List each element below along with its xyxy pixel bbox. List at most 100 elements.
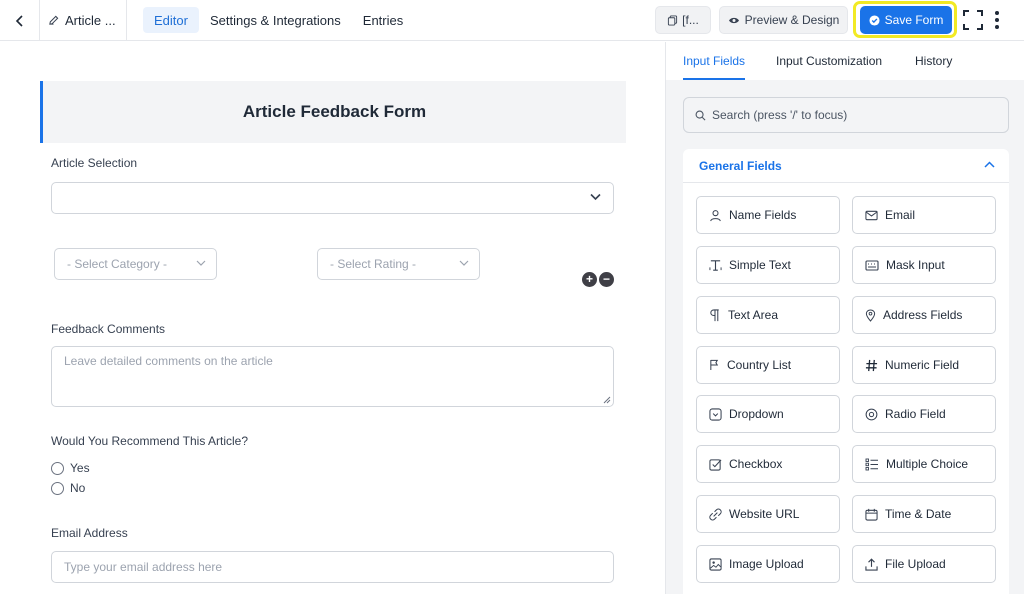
- dropdown-icon: [709, 407, 722, 421]
- email-placeholder: Type your email address here: [64, 560, 223, 574]
- keyboard-icon: [865, 259, 879, 271]
- field-button-country-list[interactable]: Country List: [696, 346, 840, 384]
- back-button[interactable]: [0, 0, 40, 41]
- article-selection-label: Article Selection: [51, 156, 138, 170]
- text-cursor-icon: [709, 259, 722, 271]
- field-button-image-upload[interactable]: Image Upload: [696, 545, 840, 583]
- chevron-down-icon: [196, 260, 206, 266]
- envelope-icon: [865, 210, 878, 220]
- tab-input-customization[interactable]: Input Customization: [776, 42, 882, 80]
- shortcode-label: [f...: [682, 13, 699, 27]
- field-button-label: Text Area: [728, 308, 779, 322]
- field-button-label: Image Upload: [729, 557, 804, 571]
- form-title-editable[interactable]: Article ...: [40, 0, 127, 41]
- more-dot-icon: [995, 18, 999, 22]
- map-pin-icon: [865, 308, 876, 322]
- field-button-label: Address Fields: [883, 308, 963, 322]
- field-button-time-date[interactable]: Time & Date: [852, 495, 996, 533]
- field-button-label: Mask Input: [886, 258, 945, 272]
- remove-column-icon[interactable]: −: [599, 272, 614, 287]
- field-search-input[interactable]: Search (press '/' to focus): [683, 97, 1009, 133]
- field-button-checkbox[interactable]: Checkbox: [696, 445, 840, 483]
- flag-icon: [710, 359, 719, 371]
- form-title-header[interactable]: Article Feedback Form: [40, 81, 626, 143]
- field-button-simple-text[interactable]: Simple Text: [696, 246, 840, 284]
- field-button-label: Radio Field: [885, 407, 946, 421]
- copy-icon: [668, 14, 678, 26]
- hash-icon: [865, 359, 878, 371]
- add-column-icon[interactable]: +: [582, 272, 597, 287]
- field-button-email[interactable]: Email: [852, 196, 996, 234]
- feedback-comments-textarea[interactable]: Leave detailed comments on the article: [51, 346, 614, 407]
- rating-placeholder: - Select Rating -: [330, 257, 417, 271]
- field-button-label: Country List: [727, 358, 792, 372]
- image-icon: [709, 557, 722, 571]
- radio-option-label: No: [70, 481, 86, 495]
- field-button-name-fields[interactable]: Name Fields: [696, 196, 840, 234]
- link-icon: [709, 508, 722, 520]
- field-button-text-area[interactable]: Text Area: [696, 296, 840, 334]
- radio-circle[interactable]: [51, 461, 64, 475]
- more-options-button[interactable]: [990, 9, 1004, 31]
- calendar-icon: [865, 508, 878, 521]
- radio-option-no[interactable]: No: [51, 481, 85, 495]
- field-button-address-fields[interactable]: Address Fields: [852, 296, 996, 334]
- more-dot-icon: [995, 25, 999, 29]
- save-label: Save Form: [884, 13, 944, 27]
- chevron-down-icon: [459, 260, 469, 266]
- field-button-label: Time & Date: [885, 507, 952, 521]
- fullscreen-button[interactable]: [962, 9, 984, 31]
- field-button-dropdown[interactable]: Dropdown: [696, 395, 840, 433]
- paragraph-icon: [710, 308, 719, 321]
- form-title-text: Article ...: [65, 13, 116, 28]
- radio-option-yes[interactable]: Yes: [51, 461, 90, 475]
- article-selection-dropdown[interactable]: [51, 182, 614, 214]
- checkbox-icon: [709, 458, 722, 471]
- field-button-multiple-choice[interactable]: Multiple Choice: [852, 445, 996, 483]
- field-button-file-upload[interactable]: File Upload: [852, 545, 996, 583]
- general-fields-header[interactable]: General Fields: [683, 149, 1009, 183]
- rating-select[interactable]: - Select Rating -: [317, 248, 480, 280]
- chevron-up-icon: [984, 161, 995, 168]
- field-button-label: Dropdown: [729, 407, 784, 421]
- expand-icon: [963, 10, 983, 30]
- field-button-website-url[interactable]: Website URL: [696, 495, 840, 533]
- category-select[interactable]: - Select Category -: [54, 248, 217, 280]
- save-form-button[interactable]: Save Form: [860, 6, 952, 34]
- field-button-label: File Upload: [885, 557, 946, 571]
- sidebar-tabs: Input Fields Input Customization History: [666, 42, 1024, 80]
- top-bar: Article ... Editor Settings & Integratio…: [0, 0, 1024, 41]
- radio-circle[interactable]: [51, 481, 64, 495]
- email-address-input[interactable]: Type your email address here: [51, 551, 614, 583]
- search-icon: [695, 110, 706, 120]
- category-placeholder: - Select Category -: [67, 257, 168, 271]
- field-button-label: Website URL: [729, 507, 800, 521]
- tab-entries[interactable]: Entries: [352, 7, 414, 33]
- tab-input-fields[interactable]: Input Fields: [683, 42, 746, 80]
- tab-editor[interactable]: Editor: [143, 7, 199, 33]
- list-icon: [865, 458, 878, 470]
- general-fields-title: General Fields: [699, 158, 782, 173]
- field-button-label: Email: [885, 208, 916, 222]
- field-button-mask-input[interactable]: Mask Input: [852, 246, 996, 284]
- shortcode-button[interactable]: [f...: [655, 6, 711, 34]
- tab-settings-integrations[interactable]: Settings & Integrations: [199, 7, 352, 33]
- preview-label: Preview & Design: [744, 13, 840, 27]
- eye-icon: [728, 17, 739, 23]
- field-button-label: Checkbox: [729, 457, 783, 471]
- fields-sidebar: Input Fields Input Customization History…: [665, 42, 1024, 594]
- resize-grip-icon[interactable]: [603, 396, 611, 404]
- field-button-label: Simple Text: [729, 258, 791, 272]
- field-button-radio-field[interactable]: Radio Field: [852, 395, 996, 433]
- user-icon: [710, 209, 721, 221]
- search-placeholder: Search (press '/' to focus): [712, 108, 848, 122]
- tab-history[interactable]: History: [915, 42, 952, 80]
- feedback-comments-placeholder: Leave detailed comments on the article: [64, 354, 273, 368]
- field-button-label: Multiple Choice: [886, 457, 969, 471]
- field-button-label: Numeric Field: [885, 358, 960, 372]
- field-button-numeric-field[interactable]: Numeric Field: [852, 346, 996, 384]
- upload-icon: [865, 557, 878, 571]
- main-tabs: Editor Settings & Integrations Entries: [143, 7, 414, 33]
- radio-icon: [865, 408, 878, 420]
- preview-design-button[interactable]: Preview & Design: [719, 6, 848, 34]
